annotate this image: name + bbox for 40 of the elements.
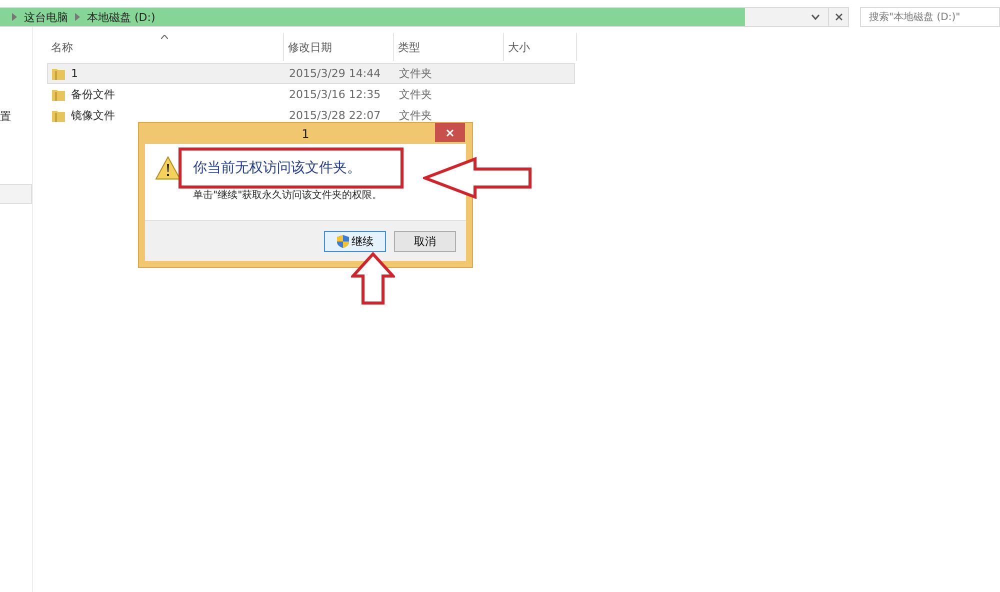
close-icon — [834, 13, 843, 21]
close-button[interactable] — [435, 123, 465, 142]
table-cell-text: 2015/3/29 14:44 — [288, 67, 382, 80]
file-row[interactable]: 1 2015/3/29 14:44 文件夹 — [47, 63, 575, 84]
table-cell-text: 2015/3/28 22:07 — [288, 109, 382, 122]
table-cell-text: 2015/3/16 12:35 — [288, 88, 382, 101]
column-header[interactable]: 名称 — [47, 33, 284, 61]
dialog-heading: 你当前无权访问该文件夹。 — [193, 159, 361, 177]
search-field[interactable]: 搜索"本地磁盘 (D:)" — [860, 7, 1000, 27]
table-cell-text: 文件夹 — [398, 108, 433, 123]
warning-icon — [155, 156, 181, 180]
file-name: 备份文件 — [71, 87, 115, 102]
file-name: 1 — [71, 67, 78, 80]
file-row[interactable]: 镜像文件 2015/3/28 22:07 文件夹 — [47, 105, 575, 126]
file-row[interactable]: 备份文件 2015/3/16 12:35 文件夹 — [47, 84, 575, 105]
sort-icon — [161, 35, 168, 39]
table-cell-text: 文件夹 — [398, 87, 433, 102]
dialog-title: 1 — [302, 126, 310, 140]
dialog-button[interactable]: 取消 — [394, 230, 456, 252]
breadcrumb[interactable]: 这台电脑 — [24, 10, 68, 24]
dialog-message: 单击"继续"获取永久访问该文件夹的权限。 — [192, 188, 384, 202]
dropdown-icon[interactable] — [811, 14, 820, 20]
folder-icon — [52, 67, 65, 80]
shield-icon — [336, 234, 348, 248]
table-cell-text: 文件夹 — [398, 66, 433, 81]
dialog-button[interactable]: 继续 — [324, 230, 386, 252]
sidebar-item[interactable]: 置 — [0, 109, 32, 127]
column-header[interactable]: 修改日期 — [284, 33, 394, 61]
chevron-icon — [12, 13, 17, 21]
file-name: 镜像文件 — [71, 108, 115, 123]
arrow-drawing — [351, 252, 395, 305]
column-header[interactable]: 大小 — [504, 33, 577, 61]
breadcrumb[interactable]: 本地磁盘 (D:) — [87, 10, 156, 24]
chevron-icon — [75, 13, 80, 21]
folder-icon — [52, 88, 65, 101]
close-icon — [446, 128, 454, 136]
address-bar[interactable]: 这台电脑 本地磁盘 (D:) — [0, 7, 830, 27]
column-header[interactable]: 类型 — [394, 33, 504, 61]
clear-button[interactable] — [829, 7, 849, 27]
folder-icon — [52, 109, 65, 122]
